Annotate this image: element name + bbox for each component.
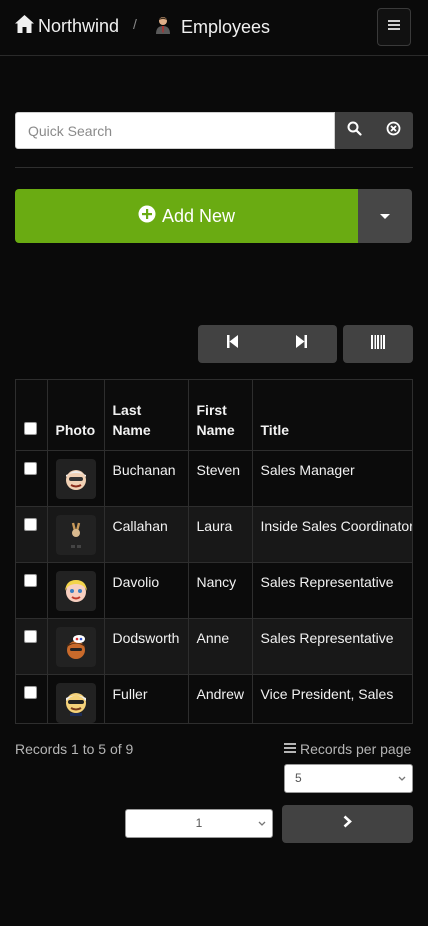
search-icon <box>347 121 362 141</box>
first-name-header-line2: Name <box>196 422 235 438</box>
last-name-header-line2: Name <box>112 422 151 438</box>
plus-circle-icon <box>138 205 156 228</box>
next-page-button[interactable] <box>282 805 413 843</box>
row-select-cell <box>16 618 48 675</box>
photo-cell <box>47 506 105 563</box>
table-row[interactable]: Callahan Laura Inside Sales Coordinator <box>16 506 412 563</box>
first-name-header-line1: First <box>196 402 227 418</box>
page-number-select[interactable]: 1 <box>125 809 273 838</box>
row-checkbox[interactable] <box>24 462 37 475</box>
avatar[interactable] <box>55 627 96 667</box>
divider <box>15 167 413 168</box>
photo-cell <box>47 450 105 507</box>
column-header-photo[interactable]: Photo <box>47 380 105 451</box>
records-per-page-value: 5 <box>295 771 302 785</box>
records-per-page-select[interactable]: 5 <box>284 764 413 793</box>
title-cell: Inside Sales Coordinator <box>252 506 412 563</box>
menu-button[interactable] <box>377 8 411 46</box>
columns-icon <box>371 334 385 354</box>
table-row[interactable]: Buchanan Steven Sales Manager <box>16 450 412 507</box>
last-name-cell: Buchanan <box>104 450 189 507</box>
first-name-cell: Laura <box>188 506 253 563</box>
employees-table: Photo Last Name First Name Title Buchanan … <box>15 379 413 724</box>
last-name-cell: Callahan <box>104 506 189 563</box>
photo-cell <box>47 674 105 723</box>
avatar[interactable] <box>55 571 96 611</box>
select-all-header <box>16 380 48 451</box>
photo-cell <box>47 618 105 675</box>
clear-circle-icon <box>386 121 401 141</box>
home-link[interactable]: Northwind <box>14 14 119 39</box>
title-cell: Sales Representative <box>252 562 412 619</box>
avatar[interactable] <box>55 683 96 723</box>
row-select-cell <box>16 674 48 723</box>
clear-search-button[interactable] <box>374 112 413 149</box>
search-button[interactable] <box>335 112 374 149</box>
breadcrumb-separator: / <box>133 16 137 32</box>
select-all-checkbox[interactable] <box>24 422 37 435</box>
page-number-value: 1 <box>195 816 203 830</box>
first-name-cell: Nancy <box>188 562 253 619</box>
last-name-cell: Dodsworth <box>104 618 189 675</box>
brand-name: Northwind <box>38 16 120 36</box>
first-name-cell: Steven <box>188 450 253 507</box>
first-page-button[interactable] <box>198 325 267 363</box>
hamburger-icon <box>388 18 400 36</box>
caret-down-icon <box>380 207 390 225</box>
table-row[interactable]: Fuller Andrew Vice President, Sales <box>16 674 412 723</box>
last-name-header-line1: Last <box>112 402 142 418</box>
row-select-cell <box>16 506 48 563</box>
quick-search <box>15 112 413 149</box>
chevron-down-icon <box>258 810 266 848</box>
table-header-row: Photo Last Name First Name Title <box>16 380 412 451</box>
photo-cell <box>47 562 105 619</box>
step-backward-icon <box>227 335 238 353</box>
avatar[interactable] <box>55 459 96 499</box>
row-checkbox[interactable] <box>24 630 37 643</box>
row-checkbox[interactable] <box>24 686 37 699</box>
first-name-cell: Andrew <box>188 674 253 723</box>
last-page-button[interactable] <box>267 325 336 363</box>
chevron-down-icon <box>398 765 406 803</box>
add-new-dropdown-toggle[interactable] <box>358 189 412 243</box>
last-name-cell: Davolio <box>104 562 189 619</box>
avatar[interactable] <box>55 515 96 555</box>
employee-icon <box>153 15 173 40</box>
pager-group <box>198 325 337 363</box>
row-select-cell <box>16 450 48 507</box>
chevron-right-icon <box>343 815 352 833</box>
records-per-page-text: Records per page <box>300 741 412 757</box>
add-new-button[interactable]: Add New <box>15 189 358 243</box>
row-select-cell <box>16 562 48 619</box>
first-name-cell: Anne <box>188 618 253 675</box>
column-header-last-name[interactable]: Last Name <box>104 380 189 451</box>
home-icon <box>14 14 35 39</box>
title-cell: Sales Manager <box>252 450 412 507</box>
records-summary: Records 1 to 5 of 9 <box>15 741 134 757</box>
title-cell: Vice President, Sales <box>252 674 412 723</box>
row-checkbox[interactable] <box>24 518 37 531</box>
row-checkbox[interactable] <box>24 574 37 587</box>
column-header-first-name[interactable]: First Name <box>188 380 253 451</box>
page-title: Employees <box>181 17 271 37</box>
add-new-label: Add New <box>161 205 236 226</box>
columns-button[interactable] <box>343 325 413 363</box>
step-forward-icon <box>296 335 307 353</box>
last-name-cell: Fuller <box>104 674 189 723</box>
records-per-page-label: Records per page <box>284 741 411 757</box>
search-input[interactable] <box>15 112 335 149</box>
table-row[interactable]: Davolio Nancy Sales Representative <box>16 562 412 619</box>
app-header: Northwind / Employees <box>0 0 428 56</box>
table-row[interactable]: Dodsworth Anne Sales Representative <box>16 618 412 675</box>
column-header-title[interactable]: Title <box>252 380 412 451</box>
breadcrumb-current: Employees <box>153 15 270 40</box>
title-cell: Sales Representative <box>252 618 412 675</box>
list-icon <box>284 741 296 757</box>
